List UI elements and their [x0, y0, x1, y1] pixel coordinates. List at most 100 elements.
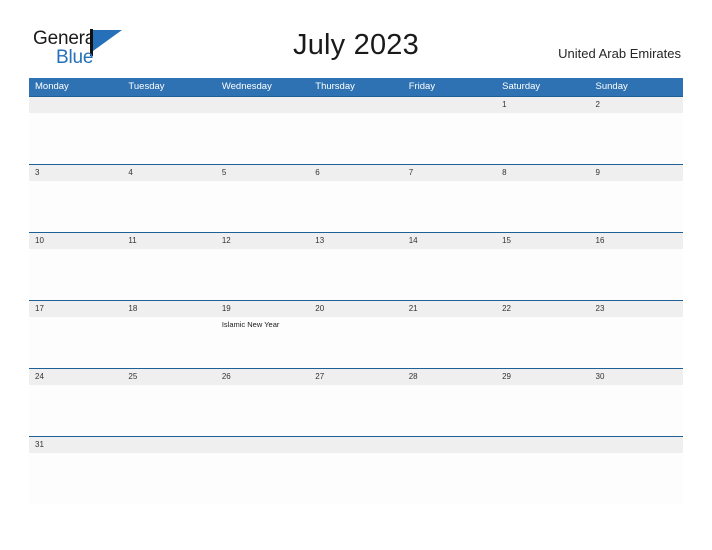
day-cell[interactable] — [403, 113, 496, 164]
day-number[interactable]: 22 — [496, 301, 589, 317]
day-number[interactable] — [403, 97, 496, 113]
day-number[interactable]: 1 — [496, 97, 589, 113]
calendar-grid: Monday Tuesday Wednesday Thursday Friday… — [29, 78, 683, 504]
day-number[interactable]: 7 — [403, 165, 496, 181]
day-number[interactable]: 25 — [122, 369, 215, 385]
day-number[interactable]: 5 — [216, 165, 309, 181]
day-number[interactable]: 31 — [29, 437, 122, 453]
day-cell[interactable] — [309, 317, 402, 368]
region-label: United Arab Emirates — [558, 46, 681, 61]
day-cell[interactable] — [403, 317, 496, 368]
week-row: 10 11 12 13 14 15 16 — [29, 232, 683, 300]
day-cell[interactable] — [122, 317, 215, 368]
day-cell[interactable] — [590, 113, 683, 164]
day-number[interactable] — [496, 437, 589, 453]
day-cell[interactable]: Islamic New Year — [216, 317, 309, 368]
day-number[interactable]: 14 — [403, 233, 496, 249]
day-number[interactable]: 29 — [496, 369, 589, 385]
day-cell[interactable] — [216, 113, 309, 164]
day-number[interactable] — [590, 437, 683, 453]
day-number[interactable]: 10 — [29, 233, 122, 249]
day-cell[interactable] — [590, 385, 683, 436]
day-cell[interactable] — [590, 181, 683, 232]
day-cell[interactable] — [216, 385, 309, 436]
day-number[interactable] — [309, 97, 402, 113]
page-header: General Blue July 2023 United Arab Emira… — [0, 0, 712, 78]
day-cell[interactable] — [29, 113, 122, 164]
day-number[interactable]: 19 — [216, 301, 309, 317]
day-number[interactable]: 21 — [403, 301, 496, 317]
day-cell[interactable] — [29, 385, 122, 436]
day-number[interactable]: 6 — [309, 165, 402, 181]
day-cell[interactable] — [29, 181, 122, 232]
day-number[interactable]: 30 — [590, 369, 683, 385]
day-number[interactable]: 20 — [309, 301, 402, 317]
day-number[interactable] — [29, 97, 122, 113]
day-cell[interactable] — [309, 113, 402, 164]
day-cell[interactable] — [309, 453, 402, 504]
week-body — [29, 113, 683, 164]
week-date-band: 17 18 19 20 21 22 23 — [29, 301, 683, 317]
week-body — [29, 181, 683, 232]
day-cell[interactable] — [29, 317, 122, 368]
day-cell[interactable] — [122, 249, 215, 300]
day-cell[interactable] — [309, 181, 402, 232]
day-number[interactable]: 15 — [496, 233, 589, 249]
day-number[interactable]: 13 — [309, 233, 402, 249]
day-cell[interactable] — [590, 249, 683, 300]
day-cell[interactable] — [403, 453, 496, 504]
day-number[interactable] — [403, 437, 496, 453]
day-cell[interactable] — [122, 181, 215, 232]
day-number[interactable]: 9 — [590, 165, 683, 181]
day-cell[interactable] — [496, 385, 589, 436]
day-cell[interactable] — [403, 249, 496, 300]
day-number[interactable]: 26 — [216, 369, 309, 385]
day-number[interactable]: 23 — [590, 301, 683, 317]
day-cell[interactable] — [496, 249, 589, 300]
day-number[interactable] — [216, 437, 309, 453]
week-row: 3 4 5 6 7 8 9 — [29, 164, 683, 232]
day-cell[interactable] — [216, 181, 309, 232]
week-date-band: 24 25 26 27 28 29 30 — [29, 369, 683, 385]
day-cell[interactable] — [216, 249, 309, 300]
weekday-header-wednesday: Wednesday — [221, 81, 272, 92]
day-number[interactable]: 12 — [216, 233, 309, 249]
day-cell[interactable] — [309, 385, 402, 436]
day-number[interactable]: 4 — [122, 165, 215, 181]
day-number[interactable]: 16 — [590, 233, 683, 249]
day-cell[interactable] — [590, 317, 683, 368]
day-cell[interactable] — [29, 453, 122, 504]
day-number[interactable]: 24 — [29, 369, 122, 385]
day-number[interactable]: 3 — [29, 165, 122, 181]
day-cell[interactable] — [590, 453, 683, 504]
day-number[interactable] — [309, 437, 402, 453]
weekday-header-saturday: Saturday — [502, 81, 541, 92]
day-number[interactable]: 28 — [403, 369, 496, 385]
day-cell[interactable] — [122, 385, 215, 436]
day-number[interactable]: 27 — [309, 369, 402, 385]
week-row: 24 25 26 27 28 29 30 — [29, 368, 683, 436]
day-cell[interactable] — [309, 249, 402, 300]
day-cell[interactable] — [122, 113, 215, 164]
calendar-page: General Blue July 2023 United Arab Emira… — [0, 0, 712, 550]
day-cell[interactable] — [496, 113, 589, 164]
day-number[interactable]: 11 — [122, 233, 215, 249]
day-number[interactable]: 17 — [29, 301, 122, 317]
week-date-band: 1 2 — [29, 97, 683, 113]
day-number[interactable]: 18 — [122, 301, 215, 317]
day-cell[interactable] — [403, 181, 496, 232]
day-cell[interactable] — [496, 453, 589, 504]
day-number[interactable]: 2 — [590, 97, 683, 113]
day-cell[interactable] — [216, 453, 309, 504]
day-number[interactable] — [216, 97, 309, 113]
day-number[interactable]: 8 — [496, 165, 589, 181]
day-event: Islamic New Year — [221, 320, 280, 329]
day-number[interactable] — [122, 437, 215, 453]
week-row: 31 — [29, 436, 683, 504]
day-number[interactable] — [122, 97, 215, 113]
day-cell[interactable] — [29, 249, 122, 300]
day-cell[interactable] — [403, 385, 496, 436]
day-cell[interactable] — [496, 181, 589, 232]
day-cell[interactable] — [122, 453, 215, 504]
day-cell[interactable] — [496, 317, 589, 368]
